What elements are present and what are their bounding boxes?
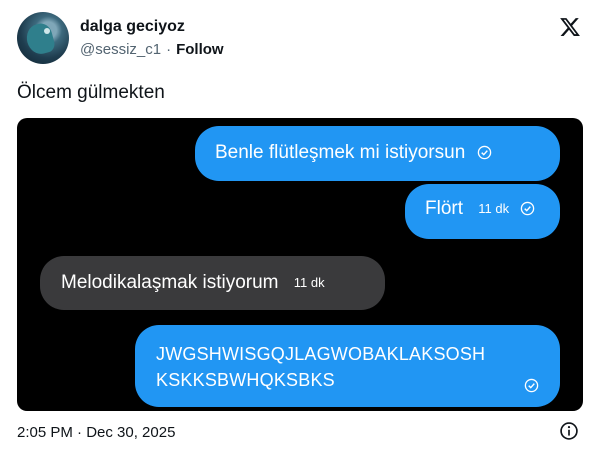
- message-time: 11 dk: [293, 275, 325, 291]
- message-text: Flört: [425, 198, 463, 219]
- message-text-line: JWGSHWISGQJLAGWOBAKLAKSOSH: [156, 344, 486, 364]
- chat-message-outgoing: Benle flütleşmek mi istiyorsun: [195, 126, 560, 181]
- author-handle-row: @sessiz_c1 · Follow: [80, 41, 224, 58]
- message-text: Benle flütleşmek mi istiyorsun: [215, 142, 466, 163]
- chat-message-outgoing: JWGSHWISGQJLAGWOBAKLAKSOSH KSKKSBWHQKSBK…: [135, 325, 560, 407]
- tweet-text: Ölcem gülmekten: [17, 82, 165, 103]
- author-display-name[interactable]: dalga geciyoz: [80, 18, 185, 36]
- tweet-media-chat-screenshot[interactable]: Benle flütleşmek mi istiyorsun Flört 11 …: [17, 118, 583, 411]
- message-time: 11 dk: [478, 201, 510, 217]
- avatar-figure: [23, 21, 57, 57]
- read-check-icon: [524, 378, 539, 393]
- chat-message-incoming: Melodikalaşmak istiyorum 11 dk: [40, 256, 385, 310]
- x-logo-icon[interactable]: [559, 16, 581, 38]
- author-handle[interactable]: @sessiz_c1: [80, 41, 161, 58]
- tweet-footer: 2:05 PM · Dec 30, 2025: [17, 421, 583, 445]
- read-check-icon: [521, 202, 535, 216]
- chat-message-outgoing: Flört 11 dk: [405, 184, 560, 239]
- tweet-timestamp[interactable]: 2:05 PM · Dec 30, 2025: [17, 424, 175, 441]
- handle-separator: ·: [166, 41, 172, 58]
- info-icon[interactable]: [559, 421, 579, 441]
- avatar-eye: [44, 28, 50, 34]
- follow-button[interactable]: Follow: [176, 41, 224, 58]
- read-check-icon: [477, 146, 491, 160]
- message-text-line: KSKKSBWHQKSBKS: [156, 370, 335, 390]
- tweet-header: dalga geciyoz @sessiz_c1 · Follow: [17, 12, 583, 64]
- message-text: Melodikalaşmak istiyorum: [61, 272, 279, 293]
- avatar[interactable]: [17, 12, 69, 64]
